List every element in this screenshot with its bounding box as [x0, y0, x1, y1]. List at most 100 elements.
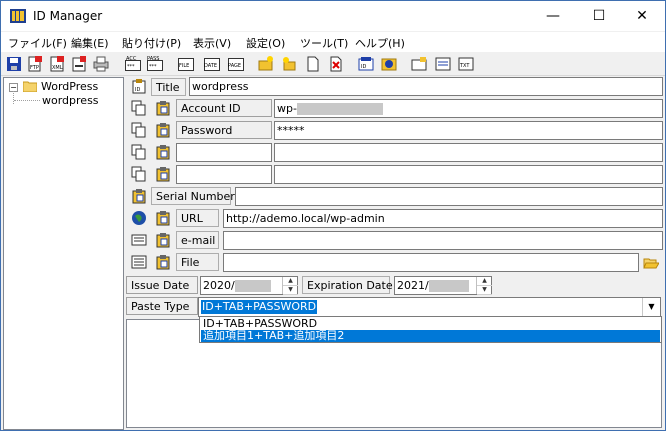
clipboard-icon[interactable]: [155, 166, 171, 182]
delete-icon[interactable]: [328, 56, 344, 72]
globe-icon[interactable]: [131, 210, 147, 226]
redacted-block: [296, 103, 383, 115]
note-icon[interactable]: [435, 56, 451, 72]
menu-help[interactable]: ヘルプ(H): [355, 35, 405, 51]
save-icon[interactable]: [6, 56, 22, 72]
password-label[interactable]: Password: [176, 121, 272, 139]
account-id-label[interactable]: Account ID: [176, 99, 272, 117]
title-bar: ID Manager — ☐ ✕: [1, 1, 665, 31]
app-window: ID Manager — ☐ ✕ ファイル(F) 編集(E) 貼り付け(P) 表…: [0, 0, 666, 431]
paste-type-option[interactable]: 追加項目1+TAB+追加項目2: [201, 330, 660, 342]
svg-text:ACC: ACC: [126, 56, 137, 62]
expiration-date-label[interactable]: Expiration Date: [302, 276, 393, 294]
clipboard-icon[interactable]: [155, 100, 171, 116]
clipboard-icon[interactable]: [155, 210, 171, 226]
export-icon[interactable]: [71, 56, 87, 72]
acc-icon[interactable]: ACC ***: [125, 56, 141, 72]
clipboard-id-icon[interactable]: ID: [131, 78, 147, 94]
svg-text:FTP: FTP: [30, 65, 39, 71]
title-label[interactable]: Title: [151, 78, 186, 96]
new-folder-icon[interactable]: [258, 56, 274, 72]
svg-text:XML: XML: [52, 65, 63, 71]
menu-settings[interactable]: 設定(O): [246, 35, 285, 51]
extra-value-2-field[interactable]: [274, 165, 663, 184]
menu-file[interactable]: ファイル(F): [8, 35, 67, 51]
svg-text:PASS: PASS: [147, 56, 159, 62]
email-label[interactable]: e-mail: [176, 231, 219, 249]
print-icon[interactable]: [93, 56, 109, 72]
svg-text:PAGE: PAGE: [228, 63, 241, 69]
extra-value-1-field[interactable]: [274, 143, 663, 162]
expiration-date-spinner[interactable]: ▲ ▼: [476, 277, 492, 295]
svg-text:DATE: DATE: [204, 63, 217, 69]
paste-type-selected: ID+TAB+PASSWORD: [201, 300, 318, 314]
svg-text:TXT: TXT: [459, 63, 470, 69]
redacted-block: [428, 280, 469, 292]
file-field[interactable]: [223, 253, 639, 272]
tree-item-wordpress[interactable]: wordpress: [42, 94, 99, 107]
open-folder-icon[interactable]: [643, 255, 659, 271]
tree-panel: − WordPress wordpress: [3, 77, 124, 430]
tree-line: [13, 91, 15, 104]
menu-tools[interactable]: ツール(T): [300, 35, 348, 51]
folder-icon: [23, 81, 37, 92]
file-icon[interactable]: FILE: [178, 56, 194, 72]
xml-icon[interactable]: XML: [49, 56, 65, 72]
page-icon[interactable]: PAGE: [228, 56, 244, 72]
account-id-field[interactable]: wp-: [274, 99, 663, 118]
clipboard-icon[interactable]: [155, 122, 171, 138]
clipboard-icon[interactable]: [131, 188, 147, 204]
tree-line: [14, 100, 40, 102]
email-field[interactable]: [223, 231, 663, 250]
issue-date-label: Issue Date: [126, 276, 198, 294]
id-pass-icon[interactable]: ID: [358, 56, 374, 72]
paste-type-label: Paste Type: [126, 297, 198, 315]
copy-icon[interactable]: [131, 122, 147, 138]
paste-type-select[interactable]: ID+TAB+PASSWORD ▼: [198, 297, 661, 317]
window-title: ID Manager: [33, 9, 103, 23]
close-button[interactable]: ✕: [619, 1, 665, 31]
date-icon[interactable]: DATE: [204, 56, 220, 72]
issue-date-spinner[interactable]: ▲ ▼: [282, 277, 298, 295]
chevron-down-icon[interactable]: ▼: [642, 298, 660, 316]
text-icon[interactable]: TXT: [458, 56, 474, 72]
redacted-block: [234, 280, 271, 292]
paste-type-dropdown: ID+TAB+PASSWORD 追加項目1+TAB+追加項目2: [199, 316, 662, 343]
new-page-icon[interactable]: [305, 56, 321, 72]
key-icon[interactable]: [411, 56, 427, 72]
menu-edit[interactable]: 編集(E): [71, 35, 109, 51]
copy-icon[interactable]: [131, 166, 147, 182]
svg-text:***: ***: [127, 64, 135, 70]
svg-text:ID: ID: [361, 64, 366, 70]
url-field[interactable]: http://ademo.local/wp-admin: [223, 209, 663, 228]
ftp-icon[interactable]: FTP: [27, 56, 43, 72]
extra-label-2-field[interactable]: [176, 165, 272, 184]
url-label[interactable]: URL: [176, 209, 219, 227]
serial-number-field[interactable]: [235, 187, 663, 206]
tree-item-wordpress-folder[interactable]: WordPress: [41, 80, 98, 93]
serial-number-label[interactable]: Serial Number: [151, 187, 235, 205]
svg-text:ID: ID: [135, 87, 140, 93]
copy-icon[interactable]: [131, 144, 147, 160]
password-field[interactable]: *****: [274, 121, 663, 140]
list-icon[interactable]: [131, 254, 147, 270]
clipboard-icon[interactable]: [155, 254, 171, 270]
file-label[interactable]: File: [176, 253, 219, 271]
maximize-button[interactable]: ☐: [576, 1, 622, 31]
minimize-button[interactable]: —: [530, 1, 576, 31]
toolbar: FTP XML ACC *** PASS *** FILE DATE PAGE ID…: [1, 53, 665, 76]
menu-bar: ファイル(F) 編集(E) 貼り付け(P) 表示(V) 設定(O) ツール(T)…: [1, 32, 665, 52]
clipboard-icon[interactable]: [155, 232, 171, 248]
pass-icon[interactable]: PASS ***: [147, 56, 163, 72]
menu-paste[interactable]: 貼り付け(P): [122, 35, 181, 51]
app-icon: [10, 9, 26, 23]
globe-icon[interactable]: [381, 56, 397, 72]
svg-text:FILE: FILE: [179, 63, 189, 69]
new-item-icon[interactable]: [281, 56, 297, 72]
extra-label-1-field[interactable]: [176, 143, 272, 162]
menu-view[interactable]: 表示(V): [193, 35, 231, 51]
mail-card-icon[interactable]: [131, 232, 147, 248]
clipboard-icon[interactable]: [155, 144, 171, 160]
copy-icon[interactable]: [131, 100, 147, 116]
title-field[interactable]: wordpress: [189, 77, 663, 96]
